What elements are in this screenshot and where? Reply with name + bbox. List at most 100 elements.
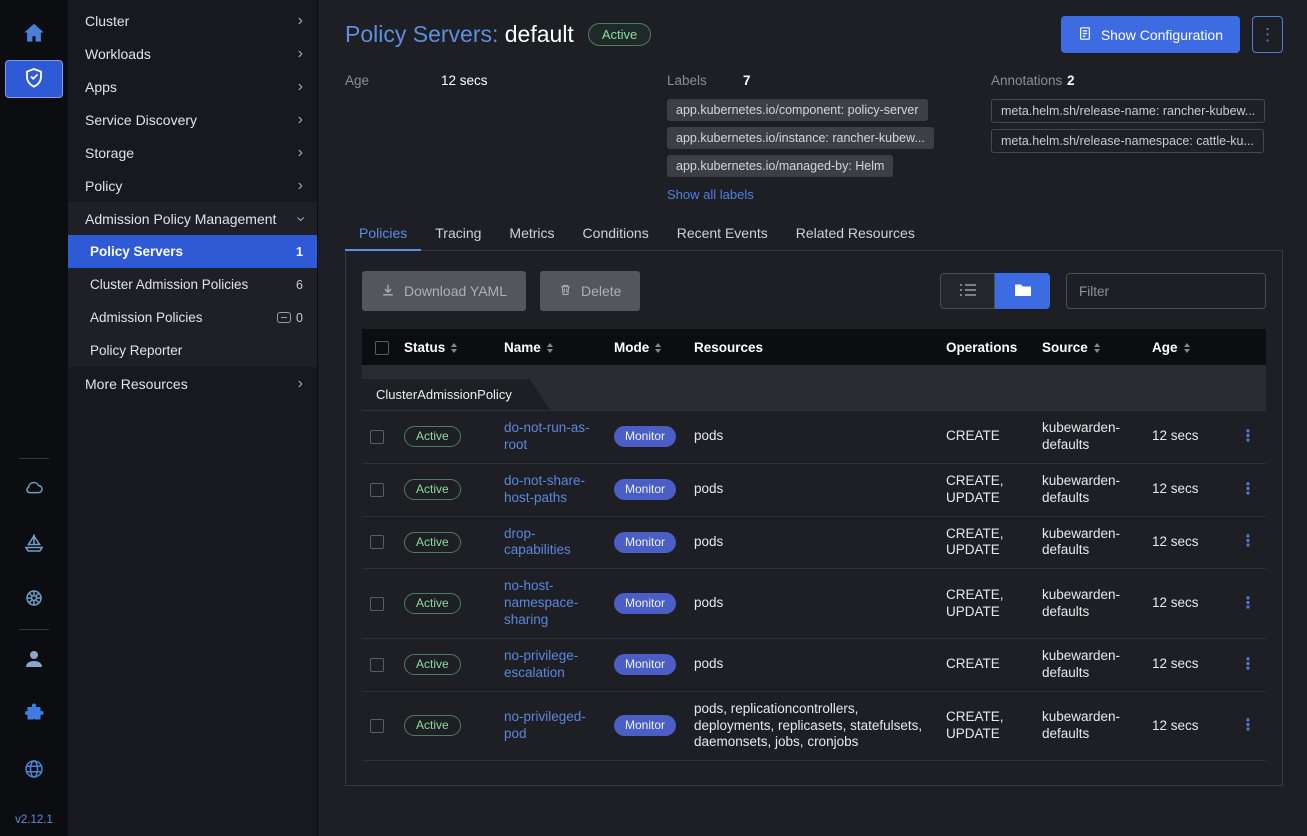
show-all-labels-link[interactable]: Show all labels [667, 187, 754, 202]
age-cell: 12 secs [1144, 569, 1230, 639]
user-button[interactable] [12, 642, 56, 678]
row-checkbox[interactable] [370, 430, 384, 444]
resources-cell: pods, replicationcontrollers, deployment… [686, 691, 938, 761]
source-cell: kubewarden-defaults [1034, 569, 1144, 639]
mode-badge: Monitor [614, 715, 676, 736]
nav-count: 6 [296, 278, 303, 292]
tab-metrics[interactable]: Metrics [495, 216, 568, 250]
sidebar-item-more-resources[interactable]: More Resources › [68, 367, 317, 400]
chevron-right-icon: › [298, 46, 303, 62]
source-cell: kubewarden-defaults [1034, 411, 1144, 464]
policy-name-link[interactable]: no-host-namespace-sharing [504, 578, 578, 627]
column-header-operations: Operations [938, 329, 1034, 365]
row-kebab-icon[interactable]: ⋮ [1240, 717, 1256, 734]
detail-summary: Age12 secs Labels7 app.kubernetes.io/com… [345, 73, 1283, 202]
extensions-button[interactable] [12, 697, 56, 733]
column-header-mode[interactable]: Mode [606, 329, 686, 365]
page-title-type[interactable]: Policy Servers: [345, 21, 498, 47]
annotation-chip: meta.helm.sh/release-name: rancher-kubew… [991, 99, 1265, 123]
main-content: Policy Servers: default Active Show Conf… [318, 0, 1307, 836]
globe-button[interactable] [12, 752, 56, 788]
nav-label: Service Discovery [85, 112, 197, 128]
chevron-right-icon: › [298, 178, 303, 194]
row-checkbox[interactable] [370, 483, 384, 497]
sort-icon [655, 343, 661, 353]
tab-recent-events[interactable]: Recent Events [663, 216, 782, 250]
nav-label: Apps [85, 79, 117, 95]
table-row: Active no-privileged-pod Monitor pods, r… [362, 691, 1266, 761]
sidebar-item-cluster[interactable]: Cluster › [68, 4, 317, 37]
column-header-source[interactable]: Source [1034, 329, 1144, 365]
gauge-icon [277, 312, 291, 323]
policy-name-link[interactable]: no-privilege-escalation [504, 648, 578, 680]
sort-icon [1184, 343, 1190, 353]
sidebar-item-admission-policies[interactable]: Admission Policies 0 [68, 301, 317, 334]
resources-cell: pods [686, 516, 938, 569]
status-badge: Active [404, 715, 461, 736]
policies-panel: Download YAML Delete [345, 251, 1283, 786]
label-chip: app.kubernetes.io/instance: rancher-kube… [667, 127, 934, 149]
tab-conditions[interactable]: Conditions [569, 216, 663, 250]
age-cell: 12 secs [1144, 463, 1230, 516]
tab-tracing[interactable]: Tracing [421, 216, 495, 250]
download-yaml-button[interactable]: Download YAML [362, 271, 526, 311]
labels-count: 7 [743, 73, 751, 88]
row-kebab-icon[interactable]: ⋮ [1240, 481, 1256, 498]
sidebar: Cluster › Workloads › Apps › Service Dis… [68, 0, 318, 836]
cluster-management-button[interactable] [12, 471, 56, 507]
sidebar-item-cluster-admission-policies[interactable]: Cluster Admission Policies 6 [68, 268, 317, 301]
row-checkbox[interactable] [370, 535, 384, 549]
sidebar-item-apps[interactable]: Apps › [68, 70, 317, 103]
filter-input[interactable] [1066, 273, 1266, 309]
home-button[interactable] [12, 16, 56, 52]
list-view-button[interactable] [940, 273, 995, 309]
sidebar-item-service-discovery[interactable]: Service Discovery › [68, 103, 317, 136]
policy-name-link[interactable]: do-not-run-as-root [504, 420, 590, 452]
column-header-name[interactable]: Name [496, 329, 606, 365]
row-checkbox[interactable] [370, 719, 384, 733]
status-badge: Active [404, 532, 461, 553]
sidebar-item-policy[interactable]: Policy › [68, 169, 317, 202]
row-checkbox[interactable] [370, 597, 384, 611]
delete-button[interactable]: Delete [540, 271, 640, 311]
row-kebab-icon[interactable]: ⋮ [1240, 428, 1256, 445]
policy-name-link[interactable]: drop-capabilities [504, 526, 571, 558]
row-kebab-icon[interactable]: ⋮ [1240, 533, 1256, 550]
row-checkbox[interactable] [370, 658, 384, 672]
sidebar-item-policy-servers[interactable]: Policy Servers 1 [68, 235, 317, 268]
grouped-view-button[interactable] [995, 273, 1050, 309]
column-header-age[interactable]: Age [1144, 329, 1230, 365]
fleet-button[interactable] [12, 526, 56, 562]
status-badge: Active [404, 426, 461, 447]
table-group-row: ClusterAdmissionPolicy [362, 365, 1266, 411]
tab-related-resources[interactable]: Related Resources [782, 216, 929, 250]
policy-name-link[interactable]: do-not-share-host-paths [504, 473, 585, 505]
nav-label: Admission Policies [90, 310, 203, 325]
policy-name-link[interactable]: no-privileged-pod [504, 709, 586, 741]
sidebar-item-policy-reporter[interactable]: Policy Reporter [68, 334, 317, 367]
helm-wheel-button[interactable] [12, 581, 56, 617]
tab-bar: Policies Tracing Metrics Conditions Rece… [345, 216, 1283, 251]
row-kebab-icon[interactable]: ⋮ [1240, 595, 1256, 612]
column-header-status[interactable]: Status [396, 329, 496, 365]
header-kebab-button[interactable]: ⋮ [1252, 16, 1283, 53]
page-title: Policy Servers: default [345, 21, 574, 48]
select-all-checkbox[interactable] [375, 341, 389, 355]
sidebar-item-admission-policy-management[interactable]: Admission Policy Management › [68, 202, 317, 235]
resources-cell: pods [686, 463, 938, 516]
age-value: 12 secs [441, 73, 488, 88]
nav-count: 0 [296, 311, 303, 325]
sidebar-item-workloads[interactable]: Workloads › [68, 37, 317, 70]
table-row: Active no-privilege-escalation Monitor p… [362, 638, 1266, 691]
kubewarden-app-button[interactable] [5, 60, 63, 98]
tab-policies[interactable]: Policies [345, 216, 421, 250]
table-row: Active do-not-run-as-root Monitor pods C… [362, 411, 1266, 464]
sort-icon [547, 343, 553, 353]
sidebar-item-storage[interactable]: Storage › [68, 136, 317, 169]
ship-icon [22, 531, 46, 558]
annotations-label: Annotations [991, 73, 1067, 88]
show-configuration-button[interactable]: Show Configuration [1061, 16, 1240, 53]
row-kebab-icon[interactable]: ⋮ [1240, 656, 1256, 673]
mode-badge: Monitor [614, 654, 676, 675]
chevron-right-icon: › [298, 112, 303, 128]
